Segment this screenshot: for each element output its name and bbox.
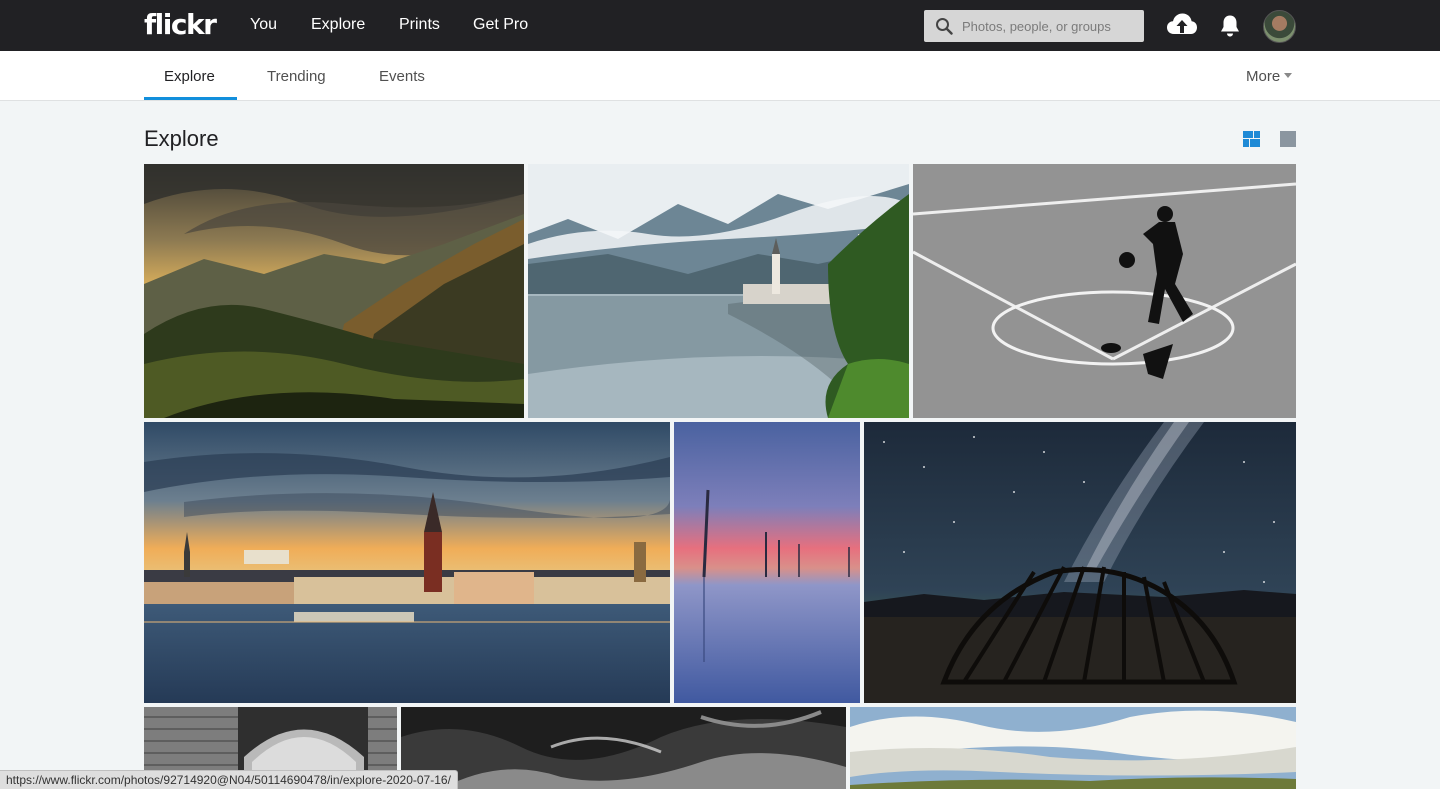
caret-down-icon bbox=[1284, 73, 1293, 78]
single-view-icon[interactable] bbox=[1280, 131, 1296, 147]
top-bar: flickr You Explore Prints Get Pro bbox=[0, 0, 1440, 51]
photo-poles-in-water-dusk[interactable] bbox=[674, 422, 860, 703]
photo-stockholm-city-sunset[interactable] bbox=[144, 422, 670, 703]
more-label: More bbox=[1246, 68, 1281, 85]
page-title: Explore bbox=[144, 126, 219, 151]
tab-explore[interactable]: Explore bbox=[164, 68, 215, 85]
tab-events[interactable]: Events bbox=[379, 68, 425, 85]
photo-mountain-valley-sunset[interactable] bbox=[144, 164, 524, 418]
explore-subnav: Explore Trending Events More bbox=[0, 51, 1440, 101]
justified-grid-icon[interactable] bbox=[1243, 131, 1260, 147]
nav-prints[interactable]: Prints bbox=[399, 16, 440, 34]
search-input[interactable] bbox=[962, 10, 1138, 42]
tab-trending[interactable]: Trending bbox=[267, 68, 326, 85]
active-tab-indicator bbox=[144, 97, 237, 100]
nav-explore[interactable]: Explore bbox=[311, 16, 365, 34]
nav-get-pro[interactable]: Get Pro bbox=[473, 16, 528, 34]
flickr-logo[interactable]: flickr bbox=[144, 8, 217, 41]
bell-icon[interactable] bbox=[1219, 14, 1241, 38]
browser-status-url: https://www.flickr.com/photos/92714920@N… bbox=[0, 770, 458, 789]
more-menu[interactable]: More bbox=[1246, 68, 1293, 85]
search-box[interactable] bbox=[924, 10, 1144, 42]
photo-hallstatt-lake-village[interactable] bbox=[528, 164, 909, 418]
photo-milky-way-driftwood-hut[interactable] bbox=[864, 422, 1296, 703]
user-avatar[interactable] bbox=[1263, 10, 1296, 43]
photo-cloudy-sky-landscape[interactable] bbox=[850, 707, 1296, 789]
photo-bw-basketball-player[interactable] bbox=[913, 164, 1296, 418]
photo-bw-rocks-water[interactable] bbox=[401, 707, 846, 789]
upload-icon[interactable] bbox=[1166, 12, 1198, 38]
search-icon bbox=[936, 18, 953, 35]
nav-you[interactable]: You bbox=[250, 16, 277, 34]
